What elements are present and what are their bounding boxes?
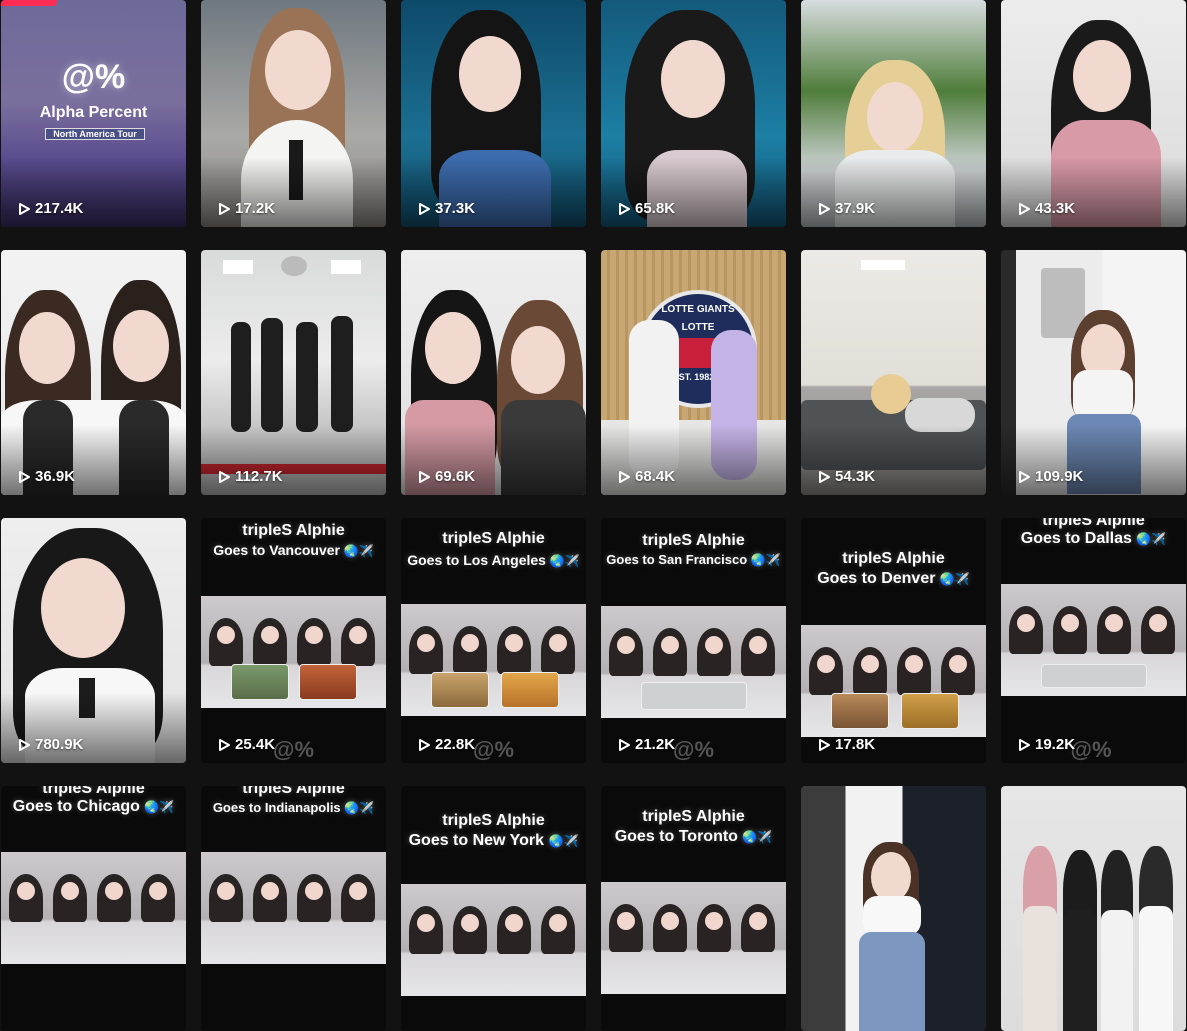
video-tile[interactable]	[1001, 786, 1186, 1031]
video-tile[interactable]: 780.9K	[1, 518, 186, 763]
video-tile[interactable]: tripleS Alphie Goes to Vancouver 🌏✈️ @% …	[201, 518, 386, 763]
video-subtitle: Goes to Chicago 🌏✈️	[12, 798, 175, 815]
video-title: tripleS Alphie	[1042, 518, 1145, 529]
pinned-badge	[1, 0, 57, 6]
globe-plane-icon: 🌏✈️	[1136, 532, 1167, 546]
video-tile[interactable]: @% Alpha Percent North America Tour 217.…	[1, 0, 186, 227]
video-tile[interactable]: 37.3K	[401, 0, 586, 227]
view-count: 217.4K	[17, 200, 83, 217]
video-subtitle: Goes to San Francisco 🌏✈️	[606, 552, 781, 567]
video-tile[interactable]: tripleS Alphie Goes to Dallas 🌏✈️ @% 19.…	[1001, 518, 1186, 763]
globe-plane-icon: 🌏✈️	[344, 801, 375, 815]
watermark: @%	[672, 737, 715, 762]
video-tile[interactable]: tripleS Alphie Goes to Indianapolis 🌏✈️	[201, 786, 386, 1031]
video-subtitle: Goes to Toronto 🌏✈️	[614, 828, 773, 845]
play-icon	[219, 202, 230, 215]
video-title: tripleS Alphie	[42, 786, 145, 797]
play-icon	[19, 470, 30, 483]
view-count: 21.2K	[617, 736, 675, 753]
play-icon	[19, 202, 30, 215]
globe-plane-icon: 🌏✈️	[144, 800, 175, 814]
view-count: 69.6K	[417, 468, 475, 485]
play-icon	[419, 470, 430, 483]
globe-plane-icon: 🌏✈️	[548, 834, 579, 848]
watermark: @%	[1070, 737, 1112, 762]
play-icon	[619, 202, 630, 215]
play-icon	[1019, 738, 1030, 751]
globe-plane-icon: 🌏✈️	[343, 544, 374, 558]
video-tile[interactable]: 65.8K	[601, 0, 786, 227]
video-title: tripleS Alphie	[842, 550, 945, 567]
globe-plane-icon: 🌏✈️	[742, 830, 773, 844]
play-icon	[819, 738, 830, 751]
view-count: 68.4K	[617, 468, 675, 485]
video-tile[interactable]: tripleS Alphie Goes to Chicago 🌏✈️	[1, 786, 186, 1031]
view-count: 65.8K	[617, 200, 675, 217]
video-tile[interactable]: tripleS Alphie Goes to New York 🌏✈️	[401, 786, 586, 1031]
play-icon	[419, 738, 430, 751]
view-count: 112.7K	[217, 468, 283, 485]
play-icon	[419, 202, 430, 215]
video-tile[interactable]: 36.9K	[1, 250, 186, 495]
play-icon	[619, 470, 630, 483]
video-title: tripleS Alphie	[642, 808, 745, 825]
video-subtitle: Goes to Vancouver 🌏✈️	[213, 542, 374, 558]
view-count: 17.2K	[217, 200, 275, 217]
video-subtitle: Goes to Los Angeles 🌏✈️	[407, 552, 580, 568]
play-icon	[619, 738, 630, 751]
view-count: 17.8K	[817, 736, 875, 753]
video-tile[interactable]: 54.3K	[801, 250, 986, 495]
sign-top: LOTTE GIANTS	[661, 304, 735, 315]
video-tile[interactable]: 112.7K	[201, 250, 386, 495]
view-count: 54.3K	[817, 468, 875, 485]
view-count: 43.3K	[1017, 200, 1075, 217]
video-tile[interactable]: tripleS Alphie Goes to San Francisco 🌏✈️…	[601, 518, 786, 763]
video-title: tripleS Alphie	[442, 812, 545, 829]
video-tile[interactable]: 43.3K	[1001, 0, 1186, 227]
play-icon	[819, 202, 830, 215]
play-icon	[219, 738, 230, 751]
video-tile[interactable]: tripleS Alphie Goes to Toronto 🌏✈️	[601, 786, 786, 1031]
video-title: tripleS Alphie	[442, 530, 545, 547]
view-count: 22.8K	[417, 736, 475, 753]
video-grid: @% Alpha Percent North America Tour 217.…	[1, 0, 1186, 1031]
play-icon	[819, 470, 830, 483]
video-tile[interactable]	[801, 786, 986, 1031]
video-tile[interactable]: tripleS Alphie Goes to Denver 🌏✈️ 17.8K	[801, 518, 986, 763]
play-icon	[1019, 470, 1030, 483]
watermark: @%	[272, 737, 315, 762]
view-count: 19.2K	[1017, 736, 1075, 753]
video-tile[interactable]: LOTTE GIANTS LOTTE EST. 1982 B 68.4K	[601, 250, 786, 495]
video-tile[interactable]: 69.6K	[401, 250, 586, 495]
video-subtitle: Goes to Denver 🌏✈️	[817, 570, 970, 587]
view-count: 36.9K	[17, 468, 75, 485]
view-count: 37.9K	[817, 200, 875, 217]
video-subtitle: Goes to New York 🌏✈️	[408, 832, 579, 849]
view-count: 109.9K	[1017, 468, 1083, 485]
watermark: @%	[472, 737, 515, 762]
video-tile[interactable]: 37.9K	[801, 0, 986, 227]
view-count: 780.9K	[17, 736, 83, 753]
video-tile[interactable]: 17.2K	[201, 0, 386, 227]
video-tile[interactable]: tripleS Alphie Goes to Los Angeles 🌏✈️ @…	[401, 518, 586, 763]
video-title: tripleS Alphie	[242, 786, 345, 797]
play-icon	[19, 738, 30, 751]
tour-name: Alpha Percent	[39, 104, 148, 121]
tour-caption: North America Tour	[45, 128, 145, 140]
view-count: 25.4K	[217, 736, 275, 753]
globe-plane-icon: 🌏✈️	[549, 554, 580, 568]
view-count: 37.3K	[417, 200, 475, 217]
video-title: tripleS Alphie	[642, 532, 745, 549]
video-subtitle: Goes to Dallas 🌏✈️	[1020, 530, 1167, 547]
globe-plane-icon: 🌏✈️	[750, 553, 781, 567]
video-title: tripleS Alphie	[242, 522, 345, 539]
video-subtitle: Goes to Indianapolis 🌏✈️	[212, 800, 375, 815]
globe-plane-icon: 🌏✈️	[939, 572, 970, 586]
play-icon	[1019, 202, 1030, 215]
play-icon	[219, 470, 230, 483]
video-tile[interactable]: 109.9K	[1001, 250, 1186, 495]
tour-logo: @%	[61, 58, 126, 96]
